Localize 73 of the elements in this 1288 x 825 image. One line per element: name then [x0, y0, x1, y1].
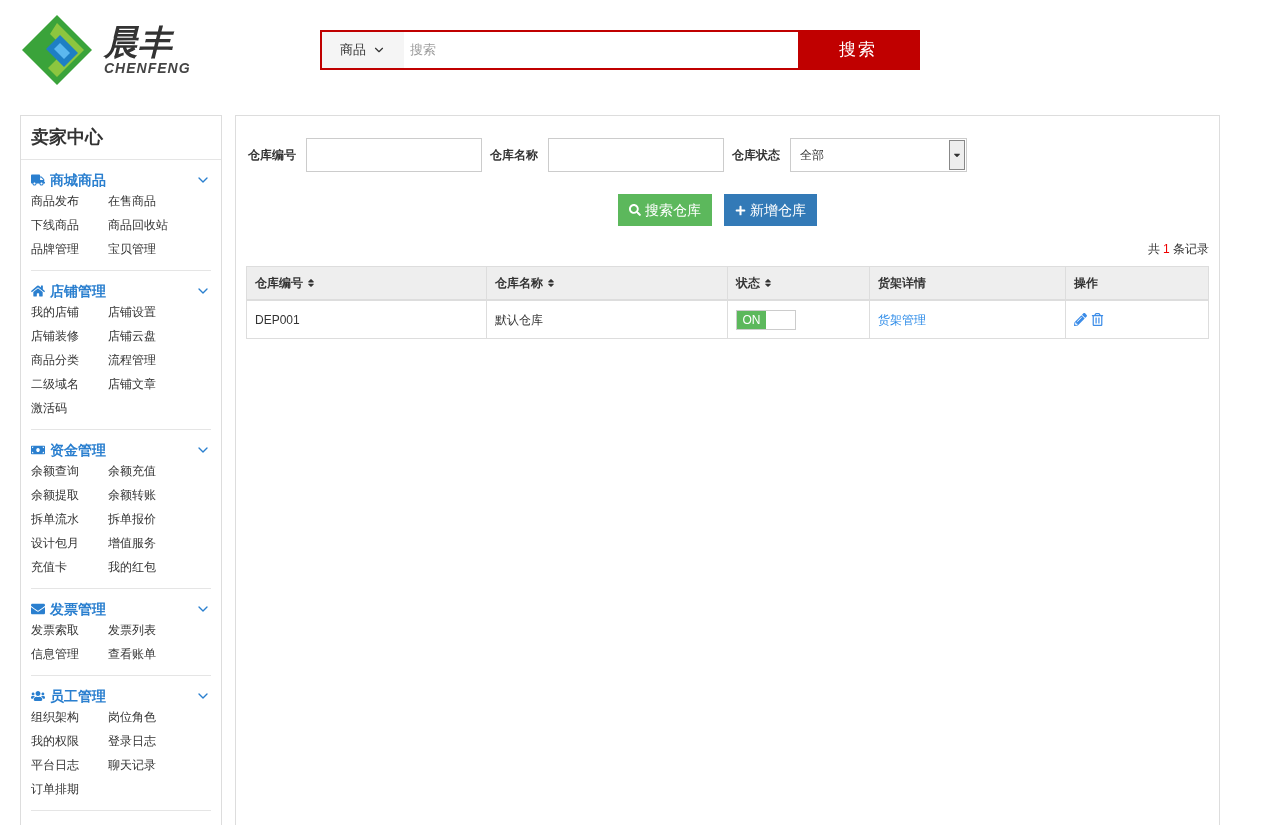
column-header[interactable]: 仓库名称 [487, 267, 728, 299]
home-icon [31, 284, 45, 298]
menu-link[interactable]: 余额提取 [31, 483, 108, 507]
menu-link[interactable]: 设计包月 [31, 531, 108, 555]
menu-link[interactable]: 我的红包 [108, 555, 198, 579]
menu-link[interactable]: 余额充值 [108, 459, 198, 483]
record-count: 共 1 条记录 [1147, 241, 1209, 258]
menu-link[interactable]: 品牌管理 [31, 237, 108, 261]
menu-link[interactable]: 平台日志 [31, 753, 108, 777]
table-cell: 默认仓库 [487, 301, 728, 338]
menu-link[interactable]: 店铺文章 [108, 372, 198, 396]
table-cell: DEP001 [247, 301, 487, 338]
column-header: 货架详情 [870, 267, 1066, 299]
menu-link[interactable]: 岗位角色 [108, 705, 198, 729]
column-header[interactable]: 仓库编号 [247, 267, 487, 299]
section-title[interactable]: 资金管理 [50, 439, 106, 461]
menu-link[interactable]: 店铺云盘 [108, 324, 198, 348]
category-dropdown[interactable]: 商品 [322, 32, 404, 68]
logo-icon [20, 13, 94, 87]
menu-link[interactable]: 登录日志 [108, 729, 198, 753]
menu-link[interactable]: 激活码 [31, 396, 108, 420]
envelope-icon [31, 602, 45, 616]
sidebar-title: 卖家中心 [31, 126, 103, 149]
menu-link[interactable]: 发票索取 [31, 618, 108, 642]
menu-link[interactable]: 聊天记录 [108, 753, 198, 777]
column-header[interactable]: 状态 [728, 267, 870, 299]
filter-label: 仓库编号 [248, 147, 296, 164]
menu-link[interactable]: 商品分类 [31, 348, 108, 372]
menu-link[interactable]: 充值卡 [31, 555, 108, 579]
menu-link[interactable]: 拆单流水 [31, 507, 108, 531]
edit-icon[interactable] [1074, 313, 1087, 326]
menu-link[interactable]: 店铺设置 [108, 300, 198, 324]
menu-link[interactable]: 宝贝管理 [108, 237, 198, 261]
section-title[interactable]: 员工管理 [50, 685, 106, 707]
shelf-link[interactable]: 货架管理 [878, 310, 926, 329]
section-title[interactable]: 商城商品 [50, 169, 106, 191]
menu-link[interactable]: 二级域名 [31, 372, 108, 396]
plus-icon [735, 204, 746, 216]
menu-link[interactable]: 在售商品 [108, 189, 198, 213]
filter-label: 仓库名称 [490, 147, 538, 164]
users-icon [31, 689, 45, 703]
menu-link[interactable]: 余额查询 [31, 459, 108, 483]
menu-link[interactable]: 商品回收站 [108, 213, 198, 237]
menu-link[interactable]: 下线商品 [31, 213, 108, 237]
status-dropdown[interactable]: 全部 [790, 138, 967, 172]
section-title[interactable]: 店铺管理 [50, 280, 106, 302]
trash-icon[interactable] [1091, 313, 1104, 326]
search-bar[interactable]: 商品 搜索 搜索 [320, 30, 920, 70]
column-header: 操作 [1073, 275, 1099, 292]
truck-icon [31, 173, 45, 187]
logo-text: 晨丰 [104, 24, 175, 60]
menu-link[interactable]: 组织架构 [31, 705, 108, 729]
menu-link[interactable]: 订单排期 [31, 777, 108, 801]
filter-field[interactable] [548, 138, 724, 172]
menu-link[interactable]: 余额转账 [108, 483, 198, 507]
logo-subtitle: CHENFENG [104, 60, 191, 76]
menu-link[interactable]: 店铺装修 [31, 324, 108, 348]
menu-link[interactable]: 拆单报价 [108, 507, 198, 531]
menu-link[interactable]: 我的权限 [31, 729, 108, 753]
search-icon [629, 204, 641, 216]
filter-field[interactable] [306, 138, 482, 172]
menu-link[interactable]: 发票列表 [108, 618, 198, 642]
menu-link[interactable]: 商品发布 [31, 189, 108, 213]
menu-link[interactable]: 流程管理 [108, 348, 198, 372]
filter-label: 仓库状态 [732, 147, 780, 164]
search-button[interactable]: 搜索 [798, 32, 918, 68]
menu-link[interactable]: 查看账单 [108, 642, 198, 666]
section-title[interactable]: 发票管理 [50, 598, 106, 620]
menu-link[interactable]: 我的店铺 [31, 300, 108, 324]
menu-link[interactable]: 增值服务 [108, 531, 198, 555]
menu-link[interactable]: 信息管理 [31, 642, 108, 666]
add-button[interactable]: 新增仓库 [724, 194, 817, 226]
banknote-icon [31, 443, 45, 457]
